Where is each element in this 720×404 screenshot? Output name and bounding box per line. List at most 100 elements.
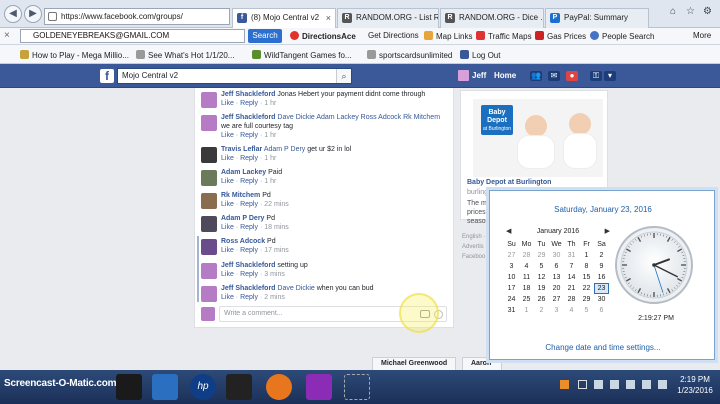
calendar-today[interactable]: 23 [594,283,609,294]
commenter-avatar[interactable] [201,286,217,302]
calendar-day[interactable]: 14 [564,272,579,283]
like-link[interactable]: Like [221,155,234,162]
commenter-name[interactable]: Jeff Shackleford [221,114,275,121]
commenter-name[interactable]: Jeff Shackleford [221,285,275,292]
volume-icon[interactable] [642,380,651,389]
friend-requests-icon[interactable]: 👥 [530,71,542,81]
commenter-avatar[interactable] [201,263,217,279]
commenter-name[interactable]: Adam P Dery [221,215,264,222]
calendar-day[interactable]: 2 [594,250,609,261]
calendar-day[interactable]: 13 [549,272,564,283]
chat-tab-michael[interactable]: Michael Greenwood [372,357,456,371]
firefox-icon[interactable] [266,374,292,400]
tagged-people[interactable]: Dave Dickie Adam Lackey Ross Adcock Rk M… [277,114,440,121]
calendar-month[interactable]: January 2016 [537,228,579,235]
like-link[interactable]: Like [221,271,234,278]
app-icon[interactable] [116,374,142,400]
hp-icon[interactable]: hp [190,374,216,400]
close-toolbar-icon[interactable]: × [4,30,10,41]
change-date-time-link[interactable]: Change date and time settings... [490,343,716,352]
close-tab-icon[interactable]: × [326,9,331,27]
calendar-day[interactable]: 24 [504,294,519,305]
calendar-day[interactable]: 10 [504,272,519,283]
calendar-day[interactable]: 30 [594,294,609,305]
commenter-name[interactable]: Jeff Shackleford [221,262,275,269]
favorite-logout[interactable]: Log Out [460,50,500,60]
favorite-mega-millions[interactable]: How to Play - Mega Millio... [20,50,129,60]
calendar-day[interactable]: 20 [549,283,564,294]
footer-advertising[interactable]: Advertis [462,242,485,252]
search-app-icon[interactable] [306,374,332,400]
forward-button[interactable]: ▶ [24,5,42,23]
comment-time[interactable]: 22 mins [264,201,289,208]
calendar-day[interactable]: 4 [519,261,534,272]
comment-time[interactable]: 1 hr [264,132,276,139]
calendar-day[interactable]: 12 [534,272,549,283]
network-icon[interactable] [594,380,603,389]
calendar-day[interactable]: 22 [579,283,594,294]
people-search-link[interactable]: People Search [590,31,654,41]
ad-image[interactable]: Baby Depot at Burlington [473,99,603,177]
like-link[interactable]: Like [221,132,234,139]
comment-time[interactable]: 2 mins [264,294,285,301]
reply-link[interactable]: Reply [240,247,258,254]
snipping-tool-icon[interactable] [344,374,370,400]
reply-link[interactable]: Reply [240,132,258,139]
comment-time[interactable]: 1 hr [264,178,276,185]
comment-time[interactable]: 17 mins [264,247,289,254]
commenter-avatar[interactable] [201,170,217,186]
calendar-day[interactable]: 8 [579,261,594,272]
rocket-app-icon[interactable] [152,374,178,400]
get-directions-link[interactable]: Get Directions [368,31,419,40]
media-app-icon[interactable] [226,374,252,400]
calendar-day[interactable]: 28 [519,250,534,261]
facebook-search-icon[interactable]: ⌕ [336,69,351,83]
reply-link[interactable]: Reply [240,155,258,162]
favorites-star-icon[interactable]: ☆ [686,6,695,17]
calendar-day[interactable]: 6 [549,261,564,272]
footer-facebook[interactable]: Faceboo [462,252,485,262]
calendar-day[interactable]: 18 [519,283,534,294]
commenter-name[interactable]: Jeff Shackleford [221,91,275,98]
calendar-day[interactable]: 2 [534,305,549,316]
tab-random-dice[interactable]: R RANDOM.ORG - Dice ... [440,8,544,28]
calendar-day[interactable]: 16 [594,272,609,283]
favorite-wildtangent[interactable]: WildTangent Games fo... [252,50,352,60]
comment-time[interactable]: 1 hr [264,155,276,162]
comment-time[interactable]: 18 mins [264,224,289,231]
calendar-day[interactable]: 15 [579,272,594,283]
toolbar-search-input[interactable]: GOLDENEYEBREAKS@GMAIL.COM [20,29,245,43]
next-month-icon[interactable]: ▶ [605,227,610,237]
calendar-day[interactable]: 19 [534,283,549,294]
tab-mojo-central[interactable]: f (8) Mojo Central v2 × [232,8,336,28]
like-link[interactable]: Like [221,201,234,208]
calendar-day[interactable]: 29 [534,250,549,261]
calendar-day[interactable]: 7 [564,261,579,272]
comment-time[interactable]: 3 mins [264,271,285,278]
calendar-day[interactable]: 28 [564,294,579,305]
profile-link[interactable]: Jeff [472,71,486,80]
settings-gear-icon[interactable]: ⚙ [703,6,712,17]
commenter-avatar[interactable] [201,92,217,108]
tab-paypal[interactable]: P PayPal: Summary [545,8,649,28]
calendar-day[interactable]: 5 [534,261,549,272]
like-link[interactable]: Like [221,224,234,231]
calendar-day[interactable]: 27 [549,294,564,305]
calendar-day[interactable]: 6 [594,305,609,316]
like-link[interactable]: Like [221,100,234,107]
ad-title[interactable]: Baby Depot at Burlington [467,179,551,186]
facebook-search-input[interactable]: Mojo Central v2 [117,68,352,84]
commenter-avatar[interactable] [201,239,217,255]
notifications-icon[interactable]: ● [566,71,578,81]
tray-chevron-icon[interactable] [578,380,587,389]
commenter-name[interactable]: Travis Leflar [221,146,262,153]
commenter-avatar[interactable] [201,193,217,209]
commenter-name[interactable]: Adam Lackey [221,169,266,176]
calendar-day[interactable]: 1 [519,305,534,316]
more-link[interactable]: More [693,31,711,40]
tray-clock[interactable]: 2:19 PM 1/23/2016 [672,374,718,396]
home-link[interactable]: Home [494,71,516,80]
long-date[interactable]: Saturday, January 23, 2016 [490,205,716,214]
like-link[interactable]: Like [221,178,234,185]
reply-link[interactable]: Reply [240,224,258,231]
